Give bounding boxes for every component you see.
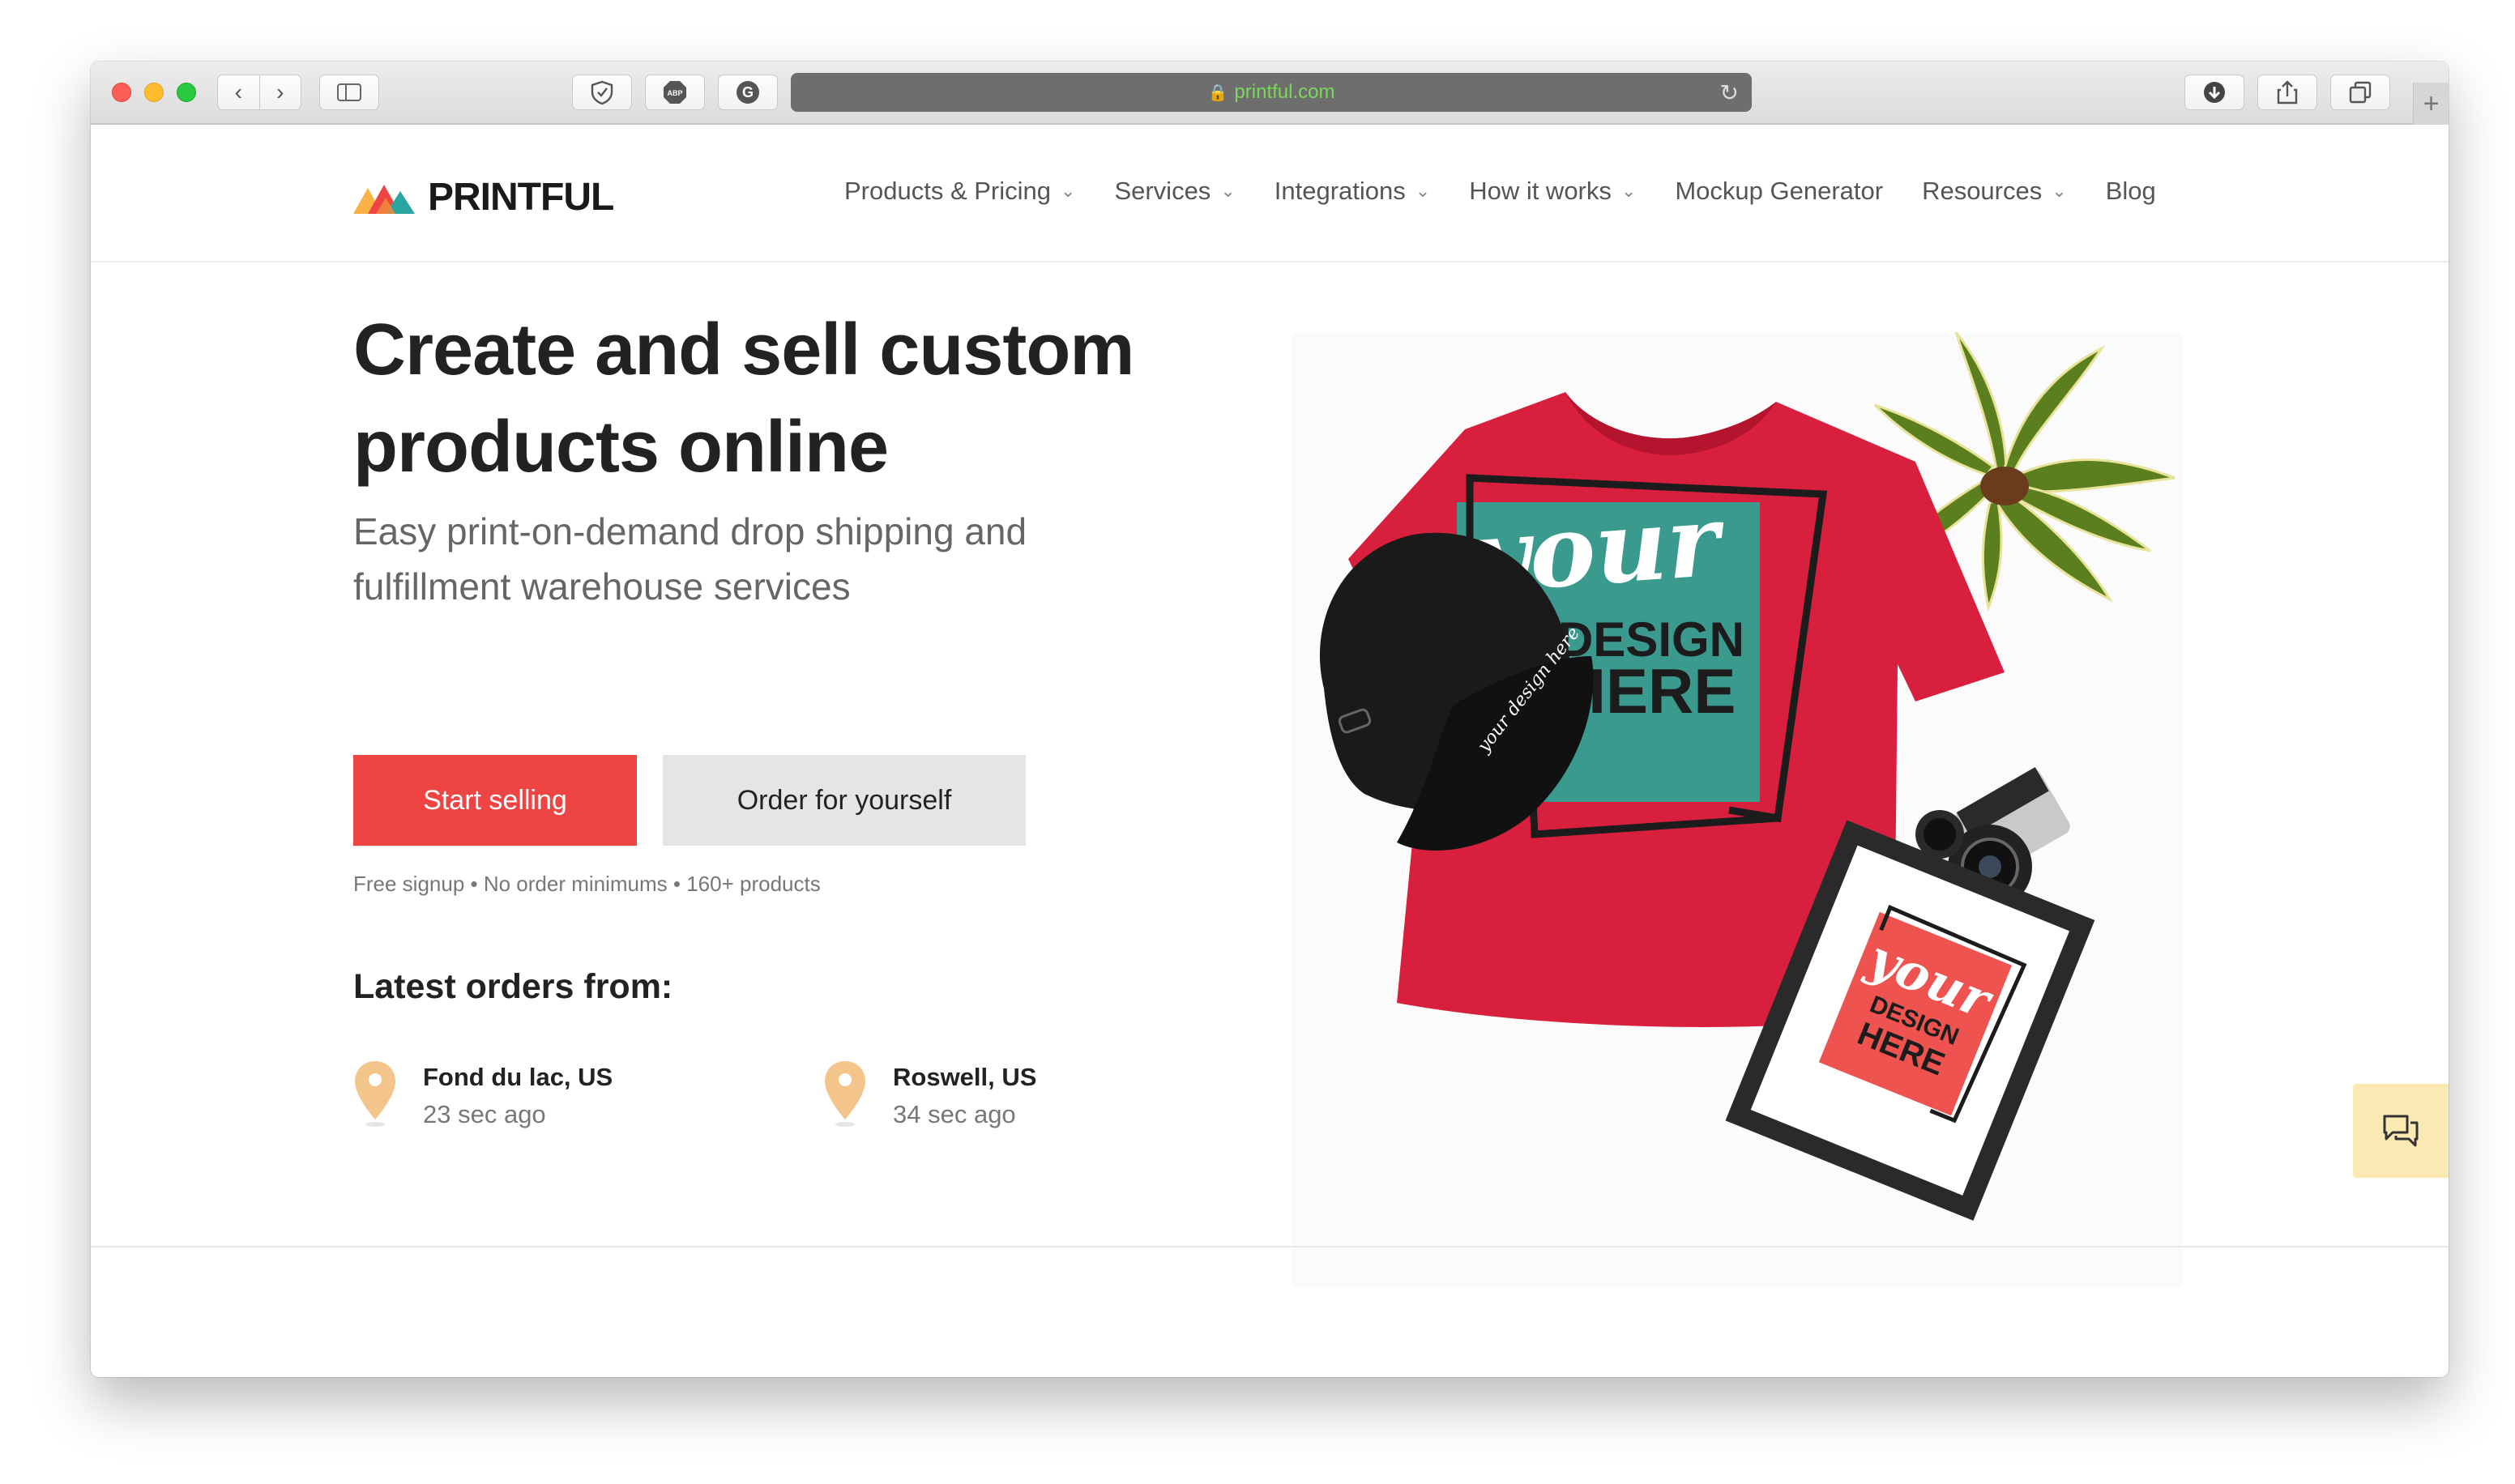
section-divider: [91, 1246, 2449, 1247]
hero-title: Create and sell custom products online: [353, 301, 1228, 496]
nav-mockup-generator[interactable]: Mockup Generator: [1675, 177, 1883, 206]
hero-title-line1: Create and sell custom: [353, 309, 1134, 390]
nav-label: Blog: [2105, 177, 2156, 205]
nav-resources[interactable]: Resources ⌄: [1922, 177, 2067, 206]
site-header: PRINTFUL Products & Pricing ⌄ Services ⌄ I…: [91, 126, 2449, 262]
minimize-window-button[interactable]: [144, 83, 164, 102]
nav-label: Products & Pricing: [844, 177, 1051, 205]
order-time: 34 sec ago: [893, 1100, 1016, 1128]
forward-icon[interactable]: ›: [260, 75, 301, 109]
product-collage: your DESIGN HERE your design here your D…: [1319, 332, 2176, 1221]
nav-label: Mockup Generator: [1675, 177, 1884, 205]
sidebar-toggle-button[interactable]: [319, 75, 379, 110]
lock-icon: 🔒: [1207, 83, 1228, 102]
nav-how-it-works[interactable]: How it works ⌄: [1469, 177, 1636, 206]
back-icon[interactable]: ‹: [218, 75, 260, 109]
hero-title-line2: products online: [353, 407, 889, 488]
shield-icon: [591, 80, 613, 104]
chevron-down-icon: ⌄: [1061, 181, 1076, 201]
address-bar-url: printful.com: [1234, 81, 1335, 103]
chat-icon: [2383, 1115, 2419, 1147]
adblock-extension-button[interactable]: ABP: [645, 75, 705, 110]
start-selling-button[interactable]: Start selling: [353, 755, 637, 846]
order-city: Roswell, US: [893, 1063, 1037, 1091]
order-time: 23 sec ago: [423, 1100, 546, 1128]
svg-text:ABP: ABP: [667, 89, 682, 97]
grammarly-extension-button[interactable]: G: [718, 75, 778, 110]
latest-orders-title: Latest orders from:: [353, 967, 673, 1006]
zoom-window-button[interactable]: [177, 83, 196, 102]
history-nav: ‹ ›: [217, 75, 301, 110]
brand-name: PRINTFUL: [428, 176, 614, 219]
new-tab-button[interactable]: +: [2413, 83, 2449, 125]
hero-product-image: your DESIGN HERE your design here your D…: [1292, 332, 2183, 1288]
grammarly-icon: G: [737, 81, 759, 104]
nav-label: Resources: [1922, 177, 2043, 205]
chevron-down-icon: ⌄: [1620, 181, 1637, 201]
nav-label: Integrations: [1274, 177, 1406, 205]
downloads-button[interactable]: [2184, 75, 2244, 110]
main-nav: Products & Pricing ⌄ Services ⌄ Integratio…: [844, 177, 2195, 206]
hero-subtitle-line2: fulfillment warehouse services: [353, 565, 851, 608]
share-icon: [2277, 80, 2298, 104]
browser-toolbar: ‹ › ABP G 🔒 printful.com ↻ +: [91, 62, 2449, 125]
nav-products-pricing[interactable]: Products & Pricing ⌄: [844, 177, 1075, 206]
browser-window: ‹ › ABP G 🔒 printful.com ↻ + PRINTFUL Pr…: [91, 62, 2449, 1377]
nav-blog[interactable]: Blog: [2106, 177, 2156, 206]
nav-label: How it works: [1469, 177, 1612, 205]
chevron-down-icon: ⌄: [2052, 181, 2067, 201]
chevron-down-icon: ⌄: [1220, 181, 1236, 201]
download-icon: [2204, 82, 2225, 103]
signup-fineprint: Free signup • No order minimums • 160+ p…: [353, 872, 821, 896]
hero-subtitle: Easy print-on-demand drop shipping and f…: [353, 504, 1131, 614]
tabs-icon: [2349, 81, 2372, 104]
tabs-overview-button[interactable]: [2330, 75, 2390, 110]
printful-logo-icon: [353, 184, 415, 214]
location-pin-icon: [355, 1061, 395, 1127]
share-button[interactable]: [2257, 75, 2317, 110]
nav-label: Services: [1114, 177, 1211, 205]
close-window-button[interactable]: [112, 83, 131, 102]
hero-subtitle-line1: Easy print-on-demand drop shipping and: [353, 510, 1027, 552]
order-for-yourself-button[interactable]: Order for yourself: [663, 755, 1026, 846]
live-chat-button[interactable]: [2353, 1084, 2449, 1178]
order-city: Fond du lac, US: [423, 1063, 613, 1091]
svg-text:G: G: [742, 84, 754, 100]
latest-order-item: Roswell, US 34 sec ago: [823, 1060, 1036, 1134]
nav-integrations[interactable]: Integrations ⌄: [1275, 177, 1430, 206]
nav-services[interactable]: Services ⌄: [1114, 177, 1235, 206]
brand-logo[interactable]: PRINTFUL: [353, 175, 614, 220]
location-pin-icon: [825, 1061, 865, 1127]
sidebar-icon: [337, 83, 361, 101]
chevron-down-icon: ⌄: [1415, 181, 1431, 201]
reload-icon[interactable]: ↻: [1720, 79, 1739, 106]
latest-order-item: Fond du lac, US 23 sec ago: [353, 1060, 613, 1134]
privacy-extension-button[interactable]: [572, 75, 632, 110]
address-bar[interactable]: 🔒 printful.com ↻: [791, 73, 1752, 112]
adblock-icon: ABP: [664, 81, 686, 104]
